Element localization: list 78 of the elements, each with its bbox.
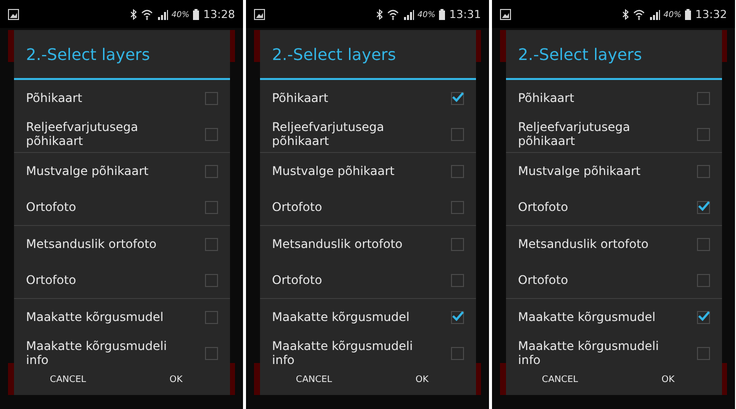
layer-label: Maakatte kõrgusmudeli info <box>272 339 414 365</box>
bluetooth-icon <box>376 8 383 20</box>
layer-checkbox[interactable] <box>697 200 710 214</box>
ok-button[interactable]: OK <box>122 369 230 391</box>
layer-label: Ortofoto <box>518 273 570 287</box>
wifi-icon <box>632 8 645 20</box>
wifi-icon <box>386 8 399 20</box>
signal-icon <box>402 8 414 20</box>
ok-button[interactable]: OK <box>614 369 722 391</box>
clock-time: 13:28 <box>203 8 235 20</box>
layer-checkbox[interactable] <box>451 128 464 140</box>
battery-icon <box>193 8 200 20</box>
battery-icon <box>439 8 446 20</box>
battery-percentage: 40% <box>418 10 436 18</box>
layer-label: Ortofoto <box>518 200 570 214</box>
layer-checkbox[interactable] <box>697 274 710 286</box>
battery-icon <box>685 8 692 20</box>
layer-checkbox[interactable] <box>205 128 218 140</box>
cancel-button[interactable]: CANCEL <box>260 369 368 391</box>
layer-label: Ortofoto <box>26 273 78 287</box>
layer-label: Metsanduslik ortofoto <box>518 237 650 251</box>
layer-checkbox[interactable] <box>697 128 710 140</box>
layer-label: Ortofoto <box>272 200 324 214</box>
cancel-button[interactable]: CANCEL <box>14 369 122 391</box>
bluetooth-icon <box>622 8 629 20</box>
battery-percentage: 40% <box>664 10 682 18</box>
dialog-title: 2.-Select layers <box>506 30 722 80</box>
layer-label: Ortofoto <box>272 273 324 287</box>
layer-checkbox[interactable] <box>205 200 218 214</box>
layer-checkbox[interactable] <box>451 310 464 324</box>
image-icon <box>8 8 19 20</box>
layer-label: Maakatte kõrgusmudeli info <box>518 339 660 365</box>
layer-checkbox[interactable] <box>697 92 710 104</box>
signal-icon <box>156 8 168 20</box>
image-icon <box>254 8 265 20</box>
layer-checkbox[interactable] <box>205 238 218 250</box>
layer-label: Reljeefvarjutusega põhikaart <box>272 120 386 148</box>
layer-checkbox[interactable] <box>451 164 464 178</box>
dialog-title: 2.-Select layers <box>14 30 230 80</box>
bluetooth-icon <box>130 8 137 20</box>
layer-label: Maakatte kõrgusmudel <box>272 310 410 324</box>
layer-label: Põhikaart <box>272 91 330 105</box>
cancel-button[interactable]: CANCEL <box>506 369 614 391</box>
image-icon <box>500 8 511 20</box>
layer-checkbox[interactable] <box>451 200 464 214</box>
layer-checkbox[interactable] <box>205 310 218 324</box>
layer-checkbox[interactable] <box>451 274 464 286</box>
layer-checkbox[interactable] <box>697 310 710 324</box>
layer-checkbox[interactable] <box>697 346 710 360</box>
layer-label: Põhikaart <box>26 91 84 105</box>
layer-label: Maakatte kõrgusmudel <box>26 310 164 324</box>
wifi-icon <box>140 8 153 20</box>
layer-label: Mustvalge põhikaart <box>272 164 396 178</box>
battery-percentage: 40% <box>172 10 190 18</box>
layer-checkbox[interactable] <box>205 346 218 360</box>
layer-label: Metsanduslik ortofoto <box>272 237 404 251</box>
dialog-title: 2.-Select layers <box>260 30 476 80</box>
clock-time: 13:32 <box>695 8 727 20</box>
signal-icon <box>648 8 660 20</box>
layer-label: Mustvalge põhikaart <box>518 164 642 178</box>
layer-checkbox[interactable] <box>205 92 218 104</box>
layer-label: Ortofoto <box>26 200 78 214</box>
layer-label: Mustvalge põhikaart <box>26 164 150 178</box>
layer-label: Põhikaart <box>518 91 576 105</box>
layer-checkbox[interactable] <box>697 164 710 178</box>
layer-label: Maakatte kõrgusmudeli info <box>26 339 168 365</box>
layer-checkbox[interactable] <box>451 346 464 360</box>
layer-checkbox[interactable] <box>451 92 464 104</box>
layer-checkbox[interactable] <box>205 164 218 178</box>
layer-checkbox[interactable] <box>205 274 218 286</box>
layer-checkbox[interactable] <box>451 238 464 250</box>
clock-time: 13:31 <box>449 8 481 20</box>
ok-button[interactable]: OK <box>368 369 476 391</box>
layer-label: Reljeefvarjutusega põhikaart <box>26 120 140 148</box>
layer-label: Metsanduslik ortofoto <box>26 237 158 251</box>
layer-label: Maakatte kõrgusmudel <box>518 310 656 324</box>
layer-checkbox[interactable] <box>697 238 710 250</box>
layer-label: Reljeefvarjutusega põhikaart <box>518 120 632 148</box>
